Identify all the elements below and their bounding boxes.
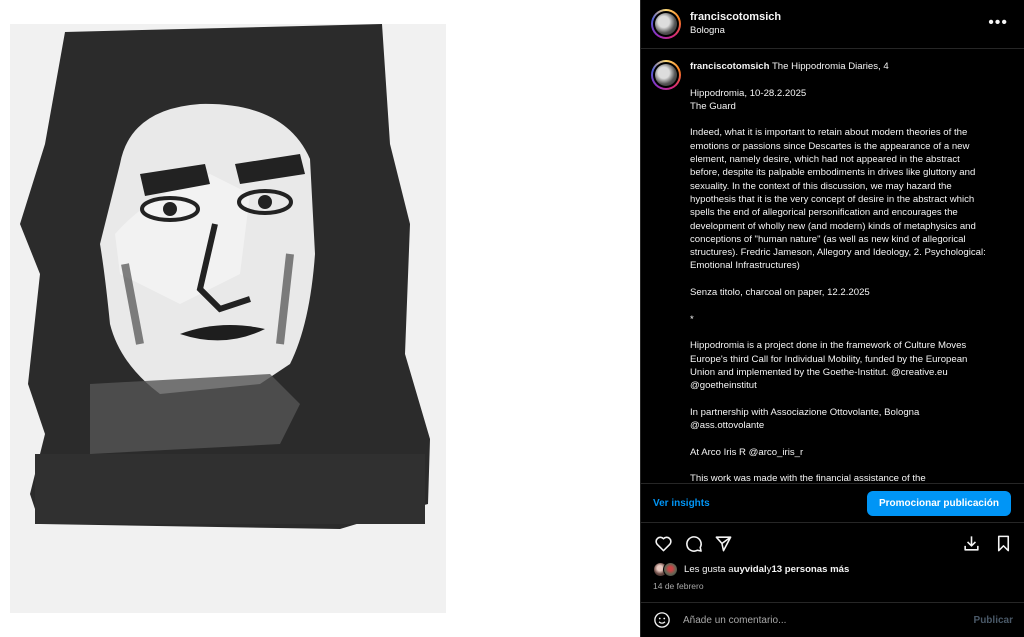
send-icon[interactable] bbox=[713, 533, 733, 553]
liker-username-link[interactable]: uyvidal bbox=[734, 564, 767, 575]
action-bar bbox=[641, 530, 1024, 556]
publish-comment-button[interactable]: Publicar bbox=[974, 615, 1013, 626]
caption-body: Hippodromia, 10-28.2.2025 The Guard Inde… bbox=[690, 87, 986, 482]
location-link[interactable]: Bologna bbox=[690, 25, 781, 37]
caption-title: The Hippodromia Diaries, 4 bbox=[769, 61, 889, 72]
caption-username-link[interactable]: franciscotomsich bbox=[690, 61, 769, 72]
charcoal-portrait-image bbox=[10, 24, 446, 613]
comment-input[interactable] bbox=[683, 614, 966, 626]
likes-others-link[interactable]: 13 personas más bbox=[771, 564, 849, 575]
heart-icon[interactable] bbox=[653, 533, 673, 553]
comment-bar: Publicar bbox=[641, 602, 1024, 637]
caption-avatar[interactable] bbox=[651, 60, 681, 90]
more-options-icon[interactable]: ••• bbox=[988, 14, 1008, 32]
post-panel: franciscotomsich Bologna ••• franciscoto… bbox=[640, 0, 1024, 637]
comment-icon[interactable] bbox=[683, 533, 703, 553]
bookmark-icon[interactable] bbox=[993, 533, 1013, 553]
post-header: franciscotomsich Bologna ••• bbox=[641, 0, 1024, 49]
view-insights-link[interactable]: Ver insights bbox=[653, 498, 710, 509]
likes-summary[interactable]: Les gusta a uyvidal y 13 personas más bbox=[653, 562, 849, 577]
promote-post-button[interactable]: Promocionar publicación bbox=[866, 490, 1011, 516]
avatar[interactable] bbox=[651, 9, 681, 39]
caption-text: franciscotomsich The Hippodromia Diaries… bbox=[690, 60, 988, 482]
download-icon[interactable] bbox=[961, 533, 981, 553]
post-media[interactable] bbox=[0, 0, 640, 637]
likes-prefix: Les gusta a bbox=[684, 564, 734, 575]
emoji-icon[interactable] bbox=[653, 611, 671, 629]
caption-scroll-area[interactable]: franciscotomsich The Hippodromia Diaries… bbox=[641, 50, 1024, 482]
username-link[interactable]: franciscotomsich bbox=[690, 11, 781, 25]
post-date[interactable]: 14 de febrero bbox=[653, 581, 704, 591]
avatar bbox=[663, 562, 678, 577]
insights-bar: Ver insights Promocionar publicación bbox=[641, 483, 1024, 523]
liker-avatars bbox=[653, 562, 678, 577]
